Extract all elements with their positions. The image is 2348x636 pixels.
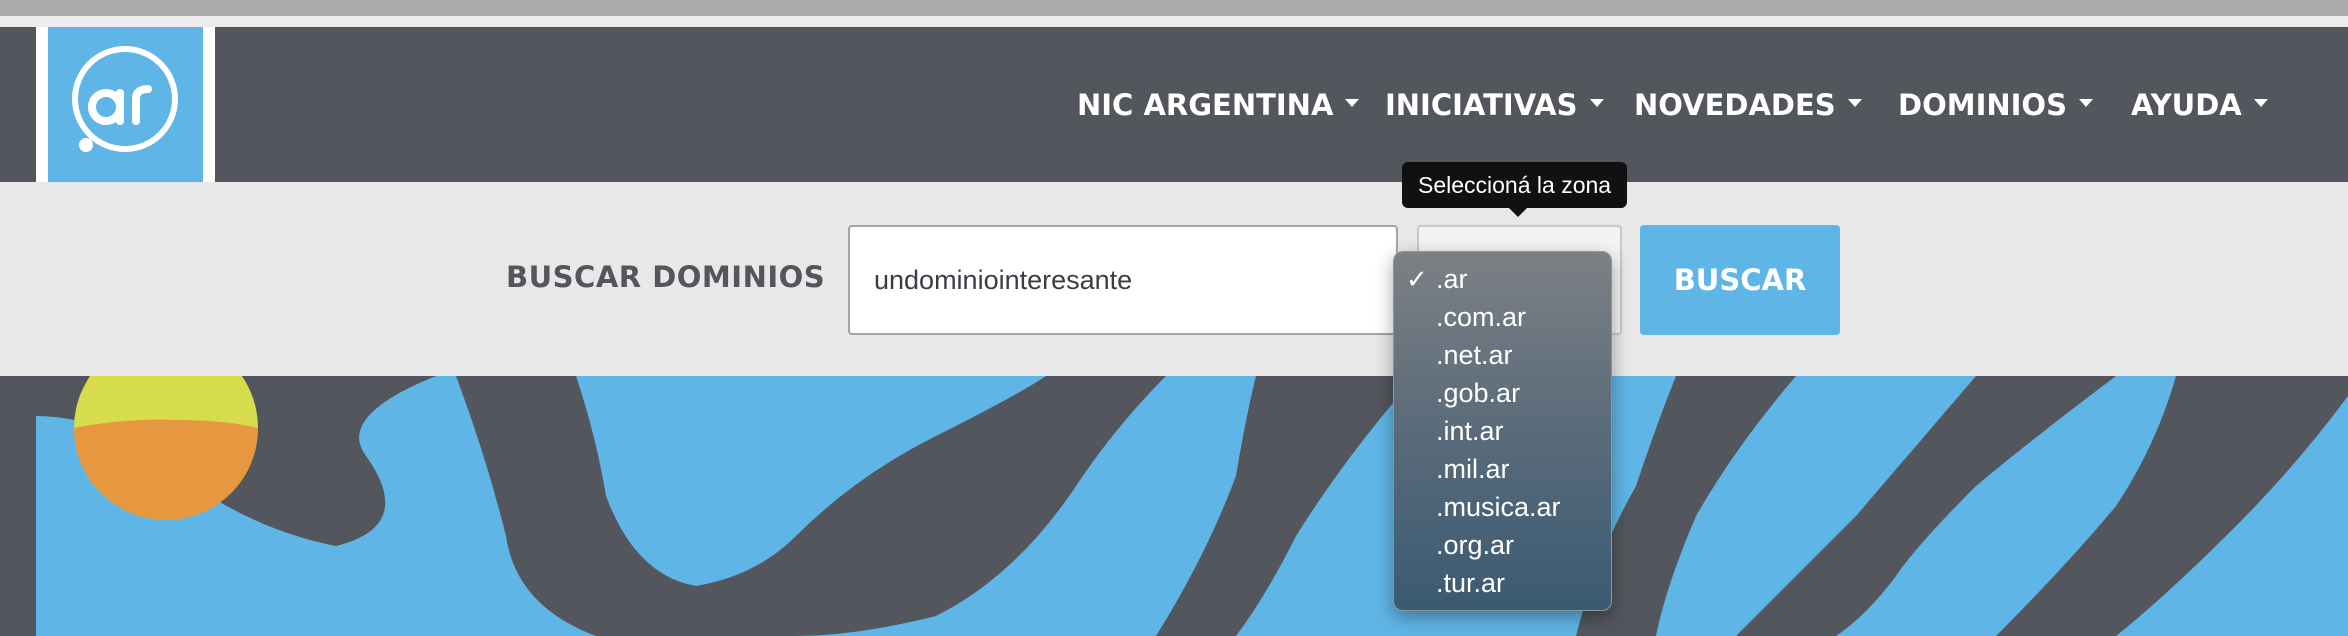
nav-novedades-label: NOVEDADES [1634,87,1836,122]
checkmark-icon: ✓ [1406,264,1428,294]
zone-option-gob-ar[interactable]: .gob.ar [1394,374,1611,412]
zone-option-label: .ar [1436,263,1468,294]
nav-iniciativas-label: INICIATIVAS [1385,87,1578,122]
zone-option-label: .gob.ar [1436,377,1521,408]
zone-option-label: .org.ar [1436,529,1515,560]
top-divider [0,16,2348,27]
caret-down-icon [1847,98,1862,107]
zone-option-com-ar[interactable]: .com.ar [1394,298,1611,336]
logo-frame [36,27,215,182]
zone-dropdown-list[interactable]: ✓ .ar .com.ar .net.ar .gob.ar .int.ar .m… [1393,251,1612,611]
domain-search-input-value: undominiointeresante [874,264,1133,295]
zone-option-label: .mil.ar [1436,453,1510,484]
nav-dominios-label: DOMINIOS [1898,87,2067,122]
ar-logo-icon [72,46,178,152]
zone-option-tur-ar[interactable]: .tur.ar [1394,564,1611,602]
main-navbar: NIC ARGENTINA INICIATIVAS NOVEDADES DOMI… [0,27,2348,182]
nic-ar-logo[interactable] [48,27,203,182]
domain-search-input[interactable]: undominiointeresante [848,225,1398,335]
caret-down-icon [2253,98,2268,107]
caret-down-icon [1589,98,1604,107]
zone-option-org-ar[interactable]: .org.ar [1394,526,1611,564]
tooltip-arrow [1508,207,1528,217]
hero-wave-illustration [36,376,2348,636]
hero-banner [36,376,2348,636]
caret-down-icon [1345,98,1360,107]
nav-novedades[interactable]: NOVEDADES [1634,27,1862,182]
zone-option-label: .musica.ar [1436,491,1561,522]
nav-dominios[interactable]: DOMINIOS [1898,27,2093,182]
zone-option-net-ar[interactable]: .net.ar [1394,336,1611,374]
zone-option-label: .net.ar [1436,339,1513,370]
nav-iniciativas[interactable]: INICIATIVAS [1385,27,1604,182]
zone-option-label: .int.ar [1436,415,1504,446]
zone-option-musica-ar[interactable]: .musica.ar [1394,488,1611,526]
search-label: BUSCAR DOMINIOS [506,260,826,294]
zone-option-label: .tur.ar [1436,567,1506,598]
nav-ayuda[interactable]: AYUDA [2131,27,2268,182]
caret-down-icon [2078,98,2093,107]
domain-search-bar: BUSCAR DOMINIOS undominiointeresante BUS… [0,182,2348,376]
zone-tooltip: Seleccioná la zona [1402,162,1628,208]
browser-top-bar [0,0,2348,16]
zone-option-int-ar[interactable]: .int.ar [1394,412,1611,450]
nav-nic-argentina[interactable]: NIC ARGENTINA [1077,27,1360,182]
nav-nic-argentina-label: NIC ARGENTINA [1077,87,1334,122]
zone-option-ar[interactable]: ✓ .ar [1394,260,1611,298]
zone-option-label: .com.ar [1436,301,1527,332]
search-button[interactable]: BUSCAR [1640,225,1840,335]
nav-ayuda-label: AYUDA [2131,87,2242,122]
zone-option-mil-ar[interactable]: .mil.ar [1394,450,1611,488]
